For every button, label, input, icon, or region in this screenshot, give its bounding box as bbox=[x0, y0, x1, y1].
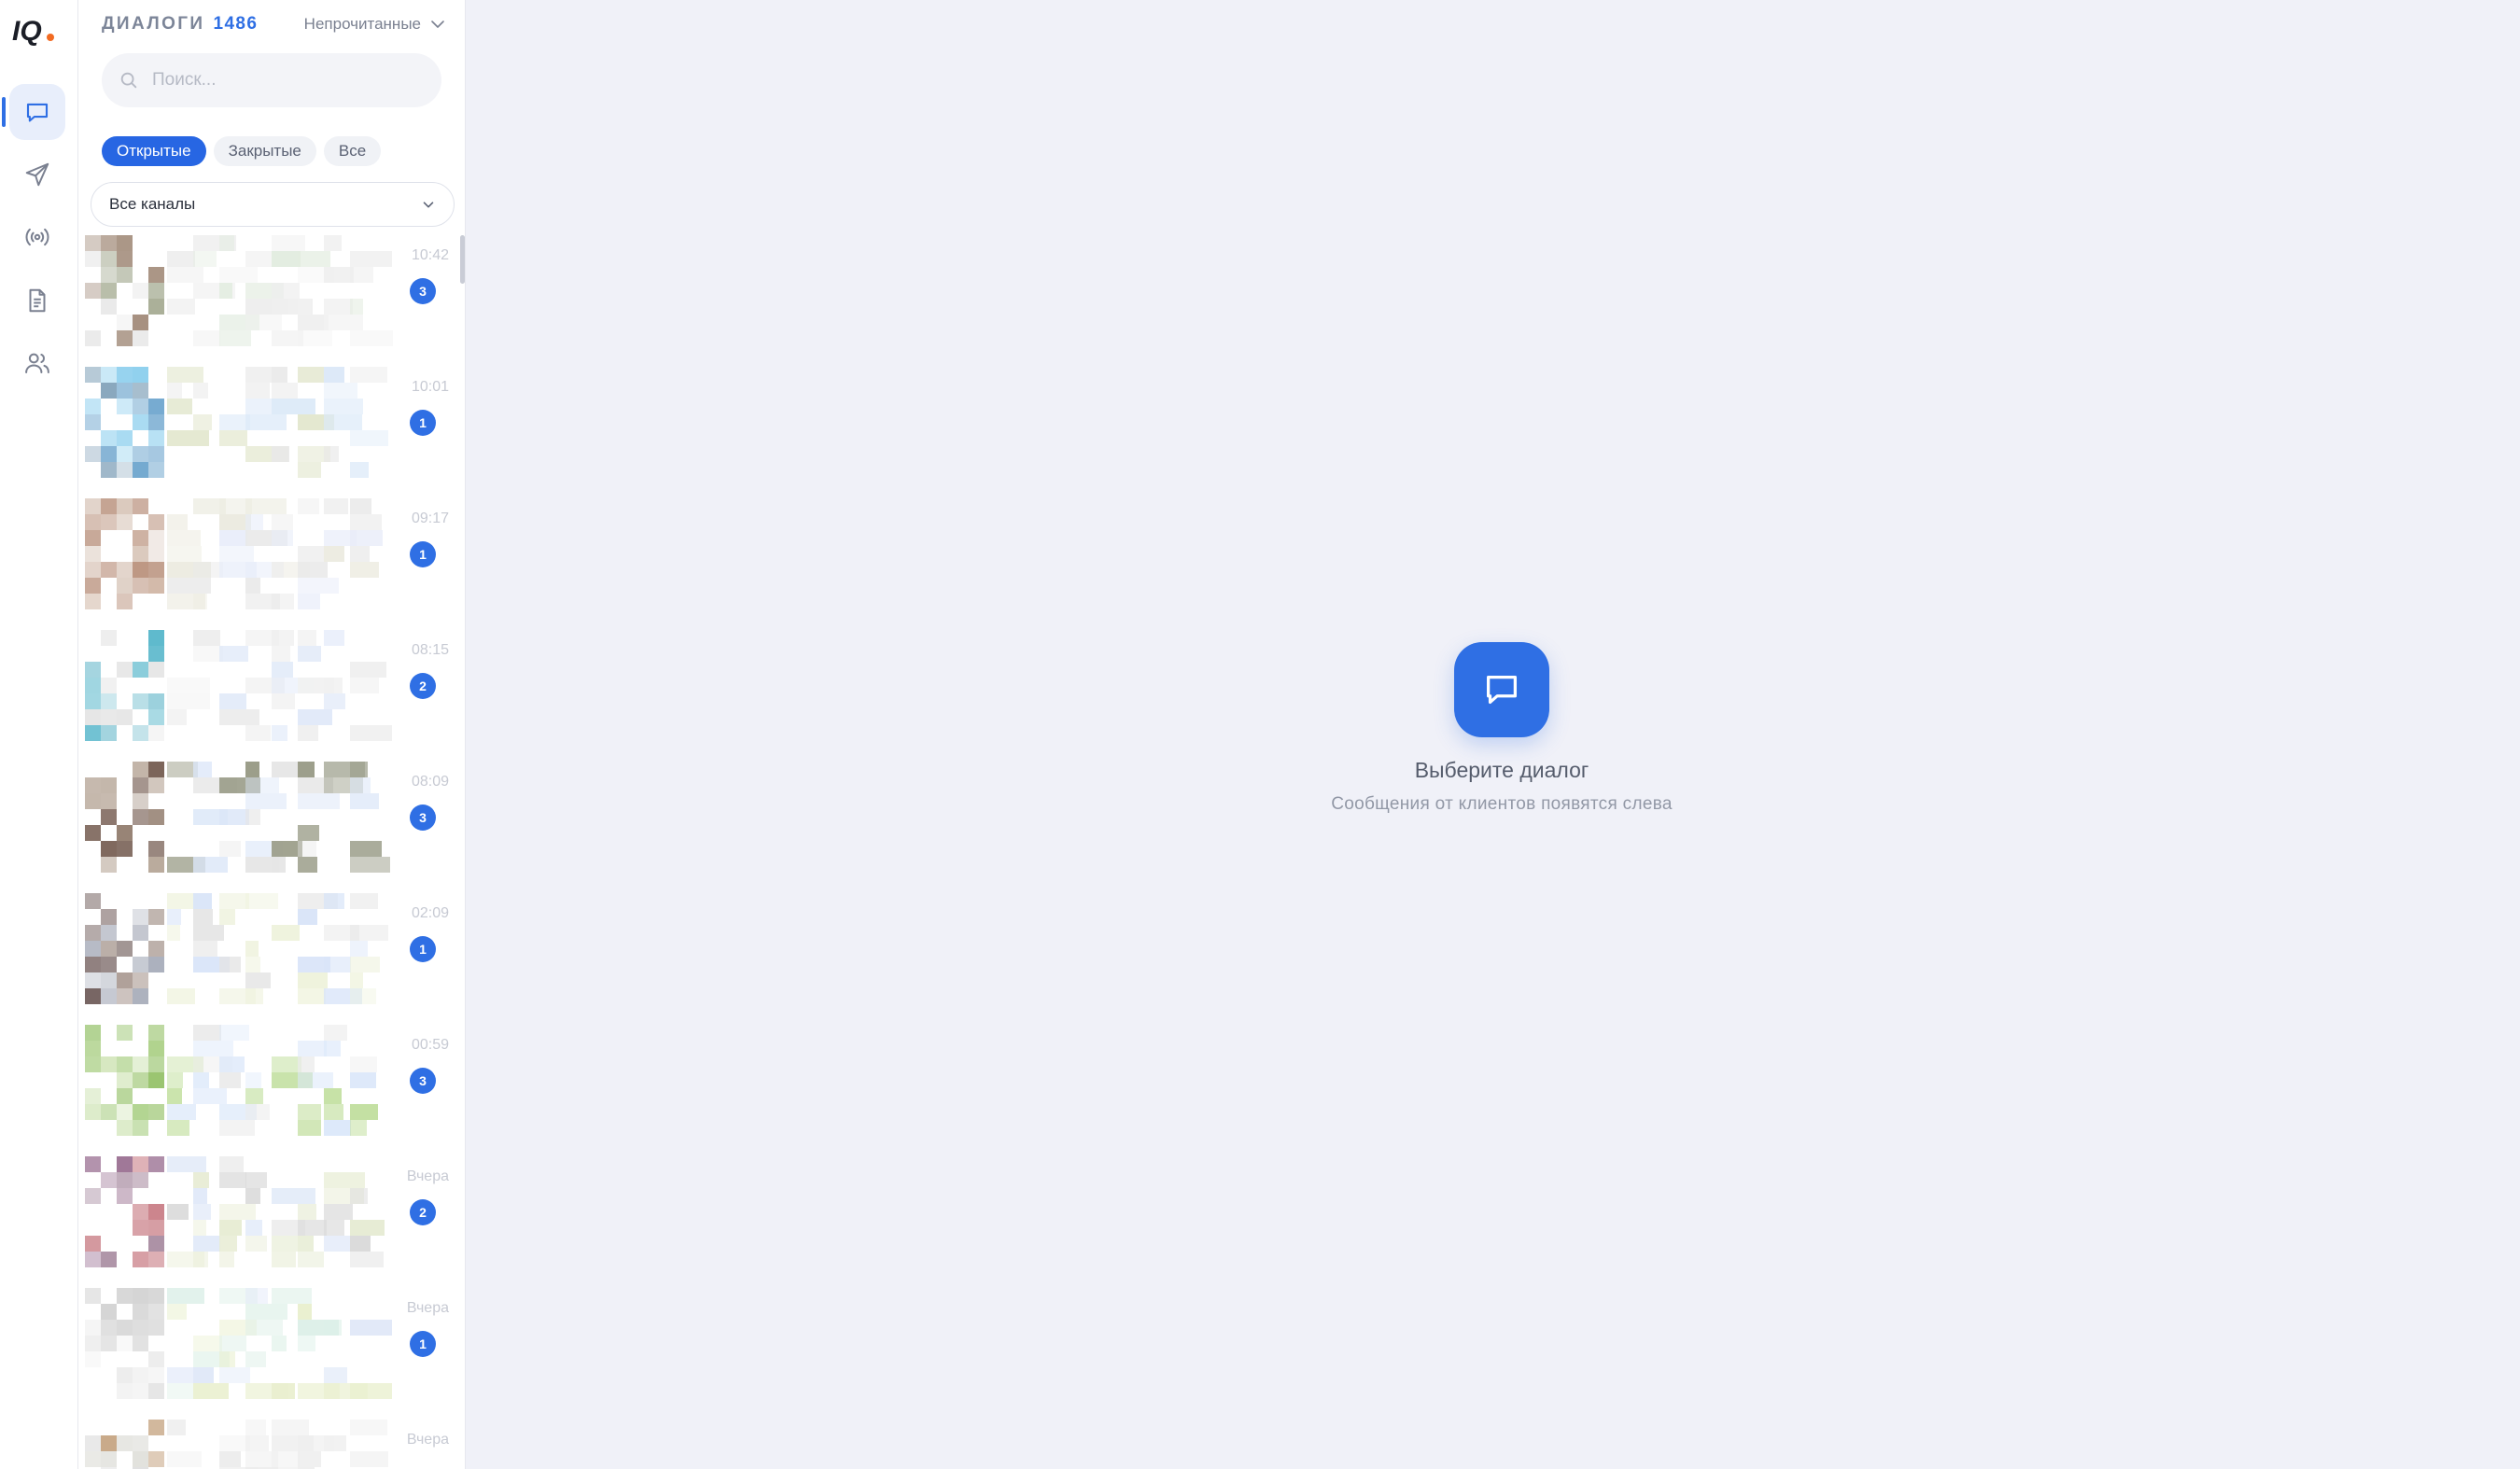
dialog-item[interactable]: 10:42 3 bbox=[85, 226, 449, 353]
dialogs-panel: ДИАЛОГИ 1486 Непрочитанные Открытые Закр… bbox=[78, 0, 466, 1469]
sidebar-rail: IQ bbox=[0, 0, 78, 1469]
dialog-item[interactable]: Вчера bbox=[85, 1410, 449, 1469]
unread-filter-label: Непрочитанные bbox=[303, 15, 421, 33]
chat-icon bbox=[26, 103, 49, 122]
search-input[interactable] bbox=[152, 70, 413, 91]
dialog-preview-blurred bbox=[85, 1147, 385, 1274]
dialog-item[interactable]: 02:09 1 bbox=[85, 884, 449, 1011]
dialog-preview-blurred bbox=[85, 357, 388, 484]
dialog-item[interactable]: 00:59 3 bbox=[85, 1015, 449, 1142]
dialog-item[interactable]: 09:17 1 bbox=[85, 489, 449, 616]
empty-state: Выберите диалог Сообщения от клиентов по… bbox=[1315, 642, 1688, 815]
dialog-preview-blurred bbox=[85, 884, 388, 1011]
rail-item-templates[interactable] bbox=[9, 273, 65, 329]
send-icon bbox=[25, 162, 49, 187]
empty-state-title: Выберите диалог bbox=[1414, 758, 1589, 782]
rail-item-channels[interactable] bbox=[9, 209, 65, 265]
unread-badge: 2 bbox=[410, 1199, 436, 1225]
dialog-preview-blurred bbox=[85, 226, 393, 353]
unread-filter-dropdown[interactable]: Непрочитанные bbox=[304, 15, 447, 34]
unread-badge: 1 bbox=[410, 541, 436, 567]
dialog-time: 09:17 bbox=[411, 511, 449, 526]
dialogs-header: ДИАЛОГИ 1486 Непрочитанные bbox=[102, 11, 447, 37]
unread-badge: 3 bbox=[410, 278, 436, 304]
dialog-preview-blurred bbox=[85, 489, 383, 616]
dialog-item[interactable]: Вчера 2 bbox=[85, 1147, 449, 1274]
document-icon bbox=[29, 288, 46, 313]
rail-item-broadcasts[interactable] bbox=[9, 147, 65, 203]
unread-badge: 1 bbox=[410, 1331, 436, 1357]
unread-badge: 1 bbox=[410, 936, 436, 962]
search-box bbox=[102, 53, 441, 107]
dialog-time: 08:15 bbox=[411, 642, 449, 658]
unread-badge: 1 bbox=[410, 410, 436, 436]
iq-logo[interactable]: IQ bbox=[11, 15, 58, 47]
chat-icon bbox=[1486, 675, 1518, 705]
chevron-down-icon bbox=[431, 21, 444, 28]
users-icon bbox=[25, 353, 49, 373]
dialog-preview-blurred bbox=[85, 1279, 392, 1406]
status-tabs: Открытые Закрытые Все bbox=[102, 136, 382, 166]
dialog-time: Вчера bbox=[406, 1300, 449, 1316]
empty-state-subtitle: Сообщения от клиентов появятся слева bbox=[1331, 794, 1673, 814]
unread-badge: 2 bbox=[410, 673, 436, 699]
unread-badge: 3 bbox=[410, 804, 436, 831]
dialog-time: Вчера bbox=[406, 1168, 449, 1184]
rail-item-dialogs[interactable] bbox=[2, 84, 65, 140]
dialog-time: 08:09 bbox=[411, 774, 449, 790]
channel-select[interactable]: Все каналы bbox=[91, 182, 455, 227]
search-icon bbox=[120, 72, 137, 89]
dialog-preview-blurred bbox=[85, 1410, 388, 1469]
dialogs-count: 1486 bbox=[213, 14, 259, 34]
scrollbar-thumb[interactable] bbox=[460, 235, 465, 284]
tab-closed[interactable]: Закрытые bbox=[213, 136, 316, 166]
svg-text:IQ: IQ bbox=[12, 16, 42, 47]
dialog-item[interactable]: 08:15 2 bbox=[85, 621, 449, 748]
dialog-time: Вчера bbox=[406, 1432, 449, 1448]
dialog-preview-blurred bbox=[85, 1015, 378, 1142]
chevron-down-icon bbox=[423, 202, 434, 208]
tab-all[interactable]: Все bbox=[323, 136, 382, 166]
dialog-item[interactable]: 08:09 3 bbox=[85, 752, 449, 879]
rail-item-contacts[interactable] bbox=[9, 335, 65, 391]
dialog-time: 10:42 bbox=[411, 247, 449, 263]
channel-select-value: Все каналы bbox=[109, 195, 196, 213]
dialog-time: 00:59 bbox=[411, 1037, 449, 1053]
dialog-preview-blurred bbox=[85, 752, 390, 879]
broadcast-icon bbox=[25, 228, 49, 246]
dialogs-title: ДИАЛОГИ bbox=[102, 14, 205, 34]
dialog-time: 02:09 bbox=[411, 905, 449, 921]
tab-open[interactable]: Открытые bbox=[102, 136, 206, 166]
dialog-time: 10:01 bbox=[411, 379, 449, 395]
empty-state-badge bbox=[1454, 642, 1549, 737]
dialog-item[interactable]: Вчера 1 bbox=[85, 1279, 449, 1406]
dialog-preview-blurred bbox=[85, 621, 392, 748]
unread-badge: 3 bbox=[410, 1068, 436, 1094]
dialog-item[interactable]: 10:01 1 bbox=[85, 357, 449, 484]
